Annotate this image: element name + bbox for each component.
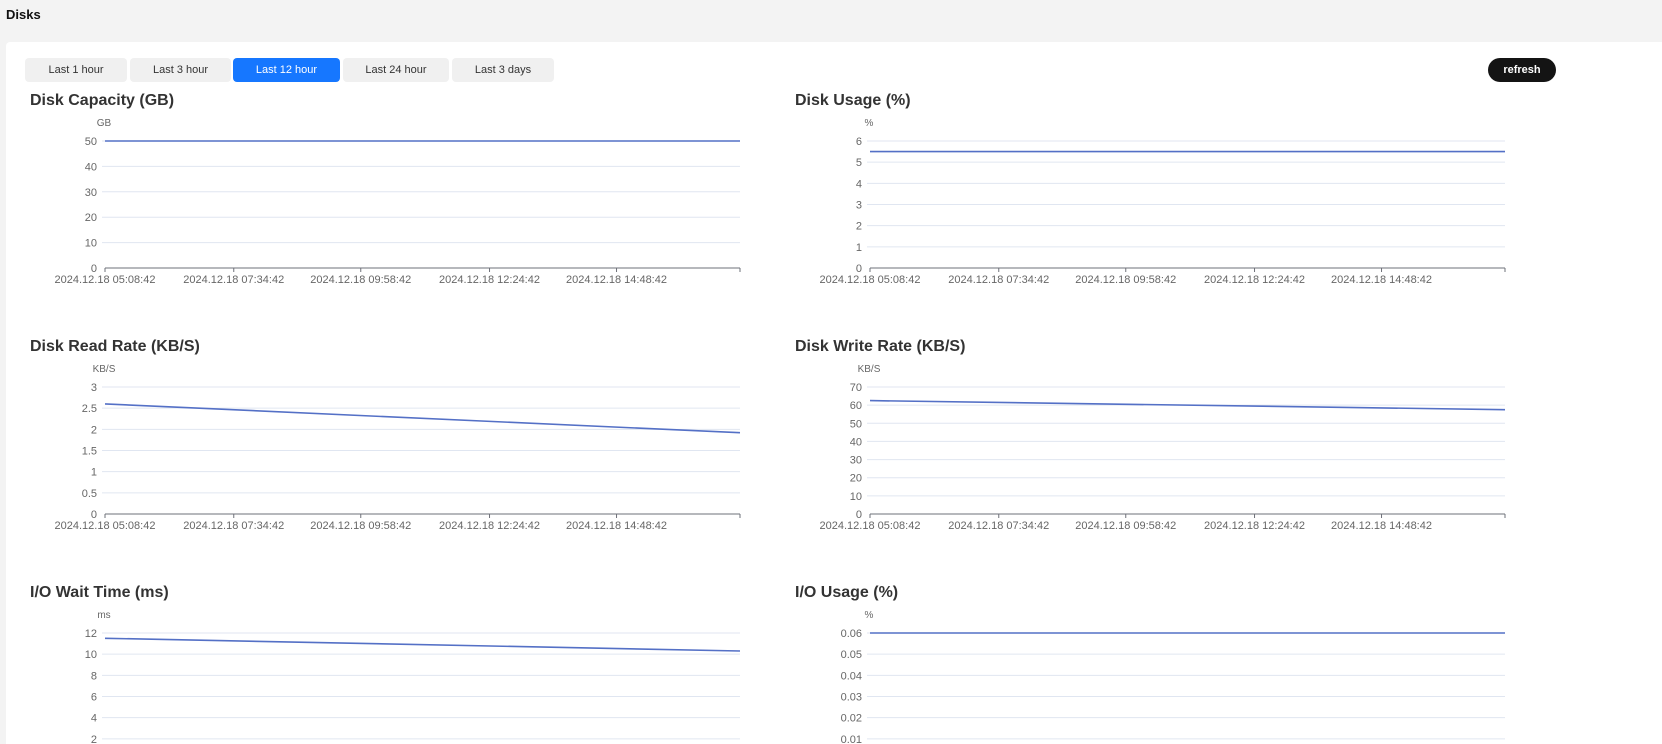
y-tick-label: 0.03 — [841, 692, 862, 704]
y-tick-label: 12 — [85, 628, 97, 640]
range-button-last-3-days[interactable]: Last 3 days — [452, 58, 554, 82]
y-axis-unit-label: KB/S — [93, 364, 116, 375]
series-line — [104, 637, 741, 652]
x-tick-label: 2024.12.18 14:48:42 — [566, 520, 667, 532]
x-tick-label: 2024.12.18 09:58:42 — [1075, 274, 1176, 286]
x-tick-label: 2024.12.18 05:08:42 — [820, 520, 921, 532]
y-tick-label: 0.05 — [841, 649, 862, 661]
range-button-last-12-hour[interactable]: Last 12 hour — [233, 58, 340, 82]
y-axis-unit-label: ms — [97, 610, 110, 621]
x-tick-label: 2024.12.18 09:58:42 — [310, 274, 411, 286]
x-tick-label: 2024.12.18 07:34:42 — [183, 274, 284, 286]
x-tick-label: 2024.12.18 12:24:42 — [439, 274, 540, 286]
x-tick-label: 2024.12.18 09:58:42 — [310, 520, 411, 532]
x-tick-label: 2024.12.18 05:08:42 — [55, 520, 156, 532]
x-tick-label: 2024.12.18 07:34:42 — [948, 274, 1049, 286]
range-button-last-3-hour[interactable]: Last 3 hour — [130, 58, 231, 82]
x-tick-label: 2024.12.18 12:24:42 — [1204, 520, 1305, 532]
y-tick-label: 40 — [85, 161, 97, 173]
y-axis-unit-label: % — [865, 610, 874, 621]
disk-capacity-chart: GB010203040502024.12.18 05:08:42 2024.12.… — [55, 118, 741, 286]
io-usage-chart: %00.010.020.030.040.050.062024.12.18 05:… — [841, 610, 1505, 744]
y-tick-label: 50 — [850, 418, 862, 430]
x-tick-label: 2024.12.18 09:58:42 — [1075, 520, 1176, 532]
disk-read-rate-chart: KB/S00.511.522.532024.12.18 05:08:42 2024… — [55, 364, 741, 532]
y-tick-label: 60 — [850, 400, 862, 412]
y-tick-label: 1 — [856, 242, 862, 254]
x-tick-label: 2024.12.18 14:48:42 — [1331, 520, 1432, 532]
y-axis-unit-label: GB — [97, 118, 112, 129]
y-tick-label: 6 — [856, 136, 862, 148]
y-tick-label: 2 — [91, 424, 97, 436]
y-tick-label: 0.01 — [841, 734, 862, 744]
chart-title-disk-read-rate: Disk Read Rate (KB/S) — [30, 338, 200, 355]
x-tick-label: 2024.12.18 07:34:42 — [183, 520, 284, 532]
x-tick-label: 2024.12.18 14:48:42 — [1331, 274, 1432, 286]
y-tick-label: 30 — [850, 455, 862, 467]
y-tick-label: 4 — [91, 713, 97, 725]
range-button-last-24-hour[interactable]: Last 24 hour — [343, 58, 449, 82]
y-tick-label: 2.5 — [82, 403, 97, 415]
disk-usage-chart: %01234562024.12.18 05:08:42 2024.12.18 07… — [820, 118, 1506, 286]
x-tick-label: 2024.12.18 07:34:42 — [948, 520, 1049, 532]
y-tick-label: 8 — [91, 670, 97, 682]
x-tick-label: 2024.12.18 12:24:42 — [1204, 274, 1305, 286]
page-title: Disks — [6, 7, 41, 22]
disk-write-rate-chart: KB/S0102030405060702024.12.18 05:08:42 20… — [820, 364, 1506, 532]
chart-title-disk-write-rate: Disk Write Rate (KB/S) — [795, 338, 966, 355]
y-tick-label: 3 — [91, 382, 97, 394]
y-tick-label: 10 — [85, 238, 97, 250]
y-tick-label: 5 — [856, 157, 862, 169]
y-tick-label: 4 — [856, 178, 862, 190]
y-tick-label: 0.5 — [82, 488, 97, 500]
chart-title-disk-capacity: Disk Capacity (GB) — [30, 92, 175, 109]
y-tick-label: 50 — [85, 136, 97, 148]
chart-title-io-usage: I/O Usage (%) — [795, 584, 899, 601]
x-tick-label: 2024.12.18 05:08:42 — [55, 274, 156, 286]
y-tick-label: 40 — [850, 436, 862, 448]
y-tick-label: 20 — [850, 473, 862, 485]
y-axis-unit-label: % — [865, 118, 874, 129]
y-tick-label: 2 — [91, 734, 97, 744]
y-tick-label: 20 — [85, 212, 97, 224]
y-tick-label: 70 — [850, 382, 862, 394]
y-tick-label: 1.5 — [82, 446, 97, 458]
refresh-button[interactable]: refresh — [1488, 58, 1556, 82]
y-axis-unit-label: KB/S — [858, 364, 881, 375]
chart-title-disk-usage: Disk Usage (%) — [795, 92, 911, 109]
chart-title-io-wait-time: I/O Wait Time (ms) — [30, 584, 169, 601]
y-tick-label: 0.06 — [841, 628, 862, 640]
x-tick-label: 2024.12.18 12:24:42 — [439, 520, 540, 532]
y-tick-label: 1 — [91, 467, 97, 479]
y-tick-label: 30 — [85, 187, 97, 199]
y-tick-label: 0.02 — [841, 713, 862, 725]
y-tick-label: 2 — [856, 221, 862, 233]
range-button-last-1-hour[interactable]: Last 1 hour — [25, 58, 127, 82]
y-tick-label: 6 — [91, 692, 97, 704]
x-tick-label: 2024.12.18 05:08:42 — [820, 274, 921, 286]
y-tick-label: 10 — [85, 649, 97, 661]
x-tick-label: 2024.12.18 14:48:42 — [566, 274, 667, 286]
y-tick-label: 10 — [850, 491, 862, 503]
y-tick-label: 0.04 — [841, 670, 862, 682]
y-tick-label: 3 — [856, 200, 862, 212]
io-wait-time-chart: ms0246810122024.12.18 05:08:422024.12.18… — [85, 610, 741, 744]
